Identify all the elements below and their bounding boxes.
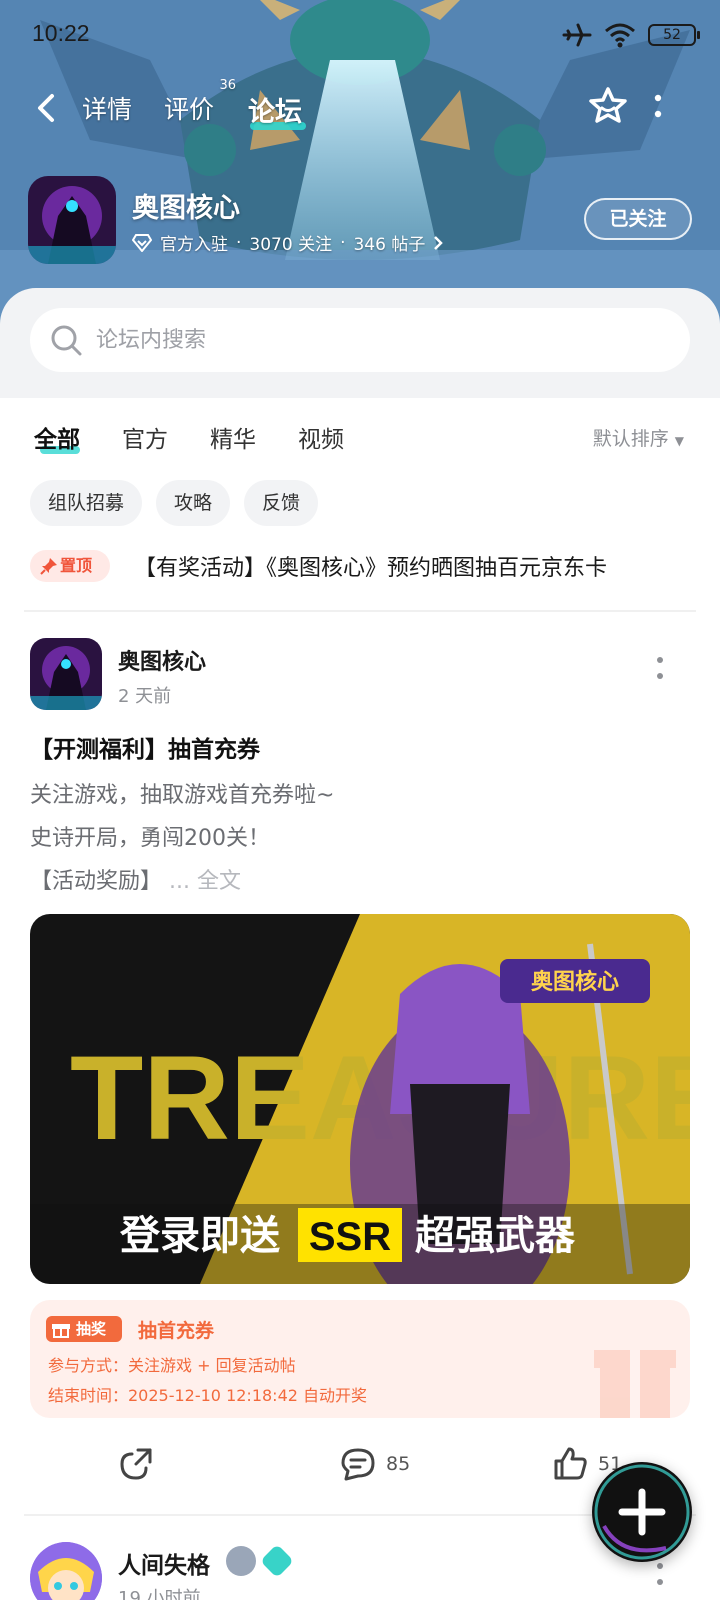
- filter-tab-all[interactable]: 全部: [34, 420, 80, 454]
- next-author-avatar[interactable]: [30, 1542, 102, 1600]
- search-icon: [51, 325, 82, 356]
- post-body-line: 关注游戏，抽取游戏首充券啦~: [30, 783, 335, 808]
- followers-count: 3070 关注: [249, 235, 333, 255]
- game-meta[interactable]: 官方入驻 · 3070 关注 · 346 帖子: [132, 230, 444, 255]
- next-post-time: 19 小时前: [118, 1588, 201, 1600]
- post-banner-image[interactable]: TREASURE 奥图核心 登录即送 SSR 超强武器: [30, 914, 690, 1284]
- pinned-post-title: 【有奖活动】《奥图核心》预约晒图抽百元京东卡: [134, 556, 608, 581]
- chip-feedback[interactable]: 反馈: [244, 480, 319, 526]
- pinned-badge: 置顶: [30, 550, 110, 582]
- comment-button[interactable]: 85: [340, 1446, 410, 1482]
- search-box[interactable]: [30, 308, 690, 372]
- lottery-tag-label: 抽奖: [76, 1320, 107, 1338]
- chip-guides[interactable]: 攻略: [156, 480, 231, 526]
- separator-dot: ·: [340, 232, 346, 253]
- comment-icon: [341, 1448, 375, 1481]
- chip-team-recruit[interactable]: 组队招募: [30, 480, 143, 526]
- game-logo[interactable]: [28, 176, 116, 264]
- caret-down-icon: ▼: [674, 434, 684, 448]
- gift-watermark-icon: [594, 1350, 676, 1418]
- author-name[interactable]: 奥图核心: [118, 644, 206, 676]
- banner-artwork: TREASURE 奥图核心 登录即送 SSR 超强武器: [30, 914, 690, 1284]
- pinned-badge-label: 置顶: [60, 556, 93, 575]
- verified-diamond-icon: [132, 233, 152, 252]
- game-name: 奥图核心: [132, 193, 240, 224]
- filter-tab-official[interactable]: 官方: [122, 420, 168, 454]
- chevron-right-icon: [434, 235, 444, 250]
- author-avatar[interactable]: [30, 638, 102, 710]
- status-bar: 10:22 52: [0, 0, 720, 70]
- battery-indicator: 52: [648, 24, 700, 46]
- read-more-link[interactable]: ... 全文: [169, 869, 241, 894]
- post-body-line: 史诗开局，勇闯200关！: [30, 826, 270, 851]
- filter-tabs: 全部 官方 精华 视频 默认排序 ▼: [0, 410, 720, 470]
- reviews-count-badge: 36: [219, 78, 237, 93]
- status-time: 10:22: [32, 20, 90, 46]
- search-section: [0, 288, 720, 398]
- comment-count: 85: [386, 1453, 411, 1475]
- lottery-card[interactable]: 抽奖 抽首充券 参与方式：关注游戏 + 回复活动帖 结束时间：2025-12-1…: [30, 1300, 690, 1418]
- pinned-post[interactable]: 置顶 【有奖活动】《奥图核心》预约晒图抽百元京东卡: [30, 542, 694, 594]
- tab-reviews[interactable]: 评价 36: [164, 78, 236, 126]
- game-info: 奥图核心 官方入驻 · 3070 关注 · 346 帖子 已关注: [28, 176, 692, 266]
- share-icon: [120, 1448, 152, 1480]
- user-level-badge-icon: [226, 1546, 256, 1576]
- airplane-mode-icon: [562, 23, 592, 47]
- lottery-tag: 抽奖: [46, 1316, 122, 1342]
- lottery-end-time: 结束时间：2025-12-10 12:18:42 自动开奖: [48, 1386, 368, 1405]
- banner-caption-highlight: SSR: [309, 1215, 391, 1259]
- topic-chips: 组队招募 攻略 反馈: [30, 480, 319, 526]
- filter-tab-featured[interactable]: 精华: [210, 420, 256, 454]
- top-navigation: 详情 评价 36 论坛: [0, 78, 720, 136]
- status-icons: 52: [562, 22, 700, 48]
- post-title[interactable]: 【开测福利】抽首充券: [30, 730, 260, 764]
- filter-tab-video[interactable]: 视频: [298, 420, 344, 454]
- following-button[interactable]: 已关注: [584, 198, 692, 240]
- post-time: 2 天前: [118, 686, 172, 707]
- separator-dot: ·: [236, 232, 242, 253]
- next-author-name[interactable]: 人间失格: [118, 1546, 210, 1580]
- sort-dropdown[interactable]: 默认排序 ▼: [593, 424, 684, 451]
- tab-reviews-label: 评价: [164, 95, 215, 124]
- thumbs-up-icon: [554, 1447, 587, 1480]
- verified-label: 官方入驻: [160, 235, 228, 255]
- tab-details[interactable]: 详情: [82, 90, 132, 126]
- game-header-hero: 10:22 52 详情 评价 36 论坛 奥图核心 官方入驻 · 3070 关注…: [0, 0, 720, 330]
- post-body[interactable]: 关注游戏，抽取游戏首充券啦~ 史诗开局，勇闯200关！ 【活动奖励】 ... 全…: [30, 774, 334, 903]
- wifi-icon: [605, 23, 635, 48]
- divider: [24, 610, 696, 612]
- star-favorite-icon[interactable]: [586, 84, 630, 128]
- create-post-fab[interactable]: [592, 1462, 692, 1562]
- post-body-line-text: 【活动奖励】: [30, 869, 163, 894]
- post-body-line: 【活动奖励】 ... 全文: [30, 860, 334, 903]
- sort-label: 默认排序: [592, 428, 669, 450]
- gift-icon: [52, 1324, 70, 1338]
- more-options-icon[interactable]: [650, 92, 666, 122]
- pin-icon: [40, 558, 57, 575]
- post-more-icon[interactable]: [654, 1560, 666, 1590]
- lottery-method: 参与方式：关注游戏 + 回复活动帖: [48, 1356, 296, 1375]
- plus-icon: [594, 1464, 690, 1560]
- post-more-icon[interactable]: [654, 654, 666, 684]
- posts-count: 346 帖子: [353, 235, 426, 255]
- lottery-title: 抽首充券: [138, 1320, 215, 1342]
- banner-logo-text: 奥图核心: [531, 969, 619, 995]
- forum-search-input[interactable]: [96, 324, 636, 356]
- tab-forum[interactable]: 论坛: [248, 90, 302, 129]
- back-arrow-icon[interactable]: [30, 90, 66, 126]
- user-achievement-badge-icon: [260, 1544, 294, 1578]
- banner-caption-after: 超强武器: [415, 1213, 576, 1259]
- banner-caption-before: 登录即送: [119, 1213, 280, 1259]
- share-button[interactable]: [118, 1446, 154, 1482]
